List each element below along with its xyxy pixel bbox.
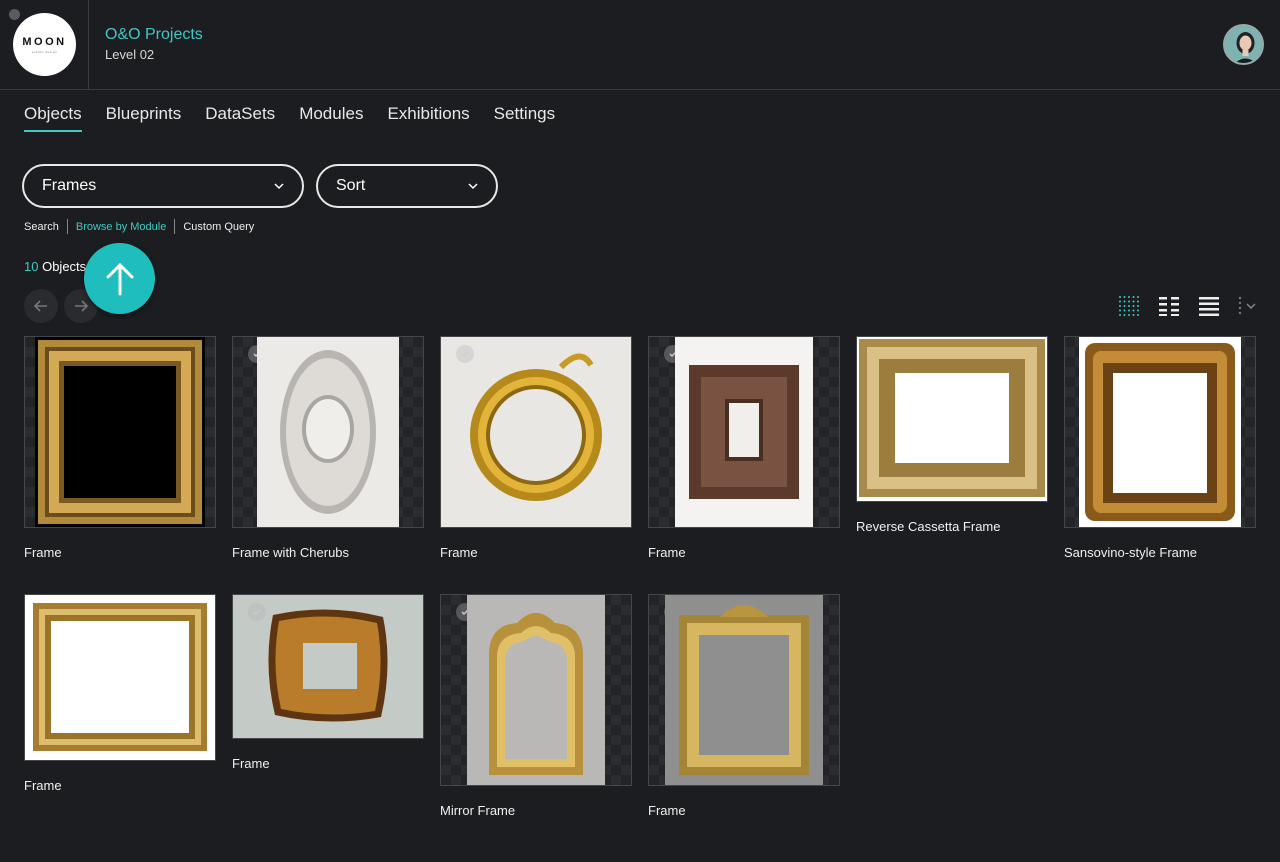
browse-modes: Search Browse by Module Custom Query xyxy=(24,219,254,234)
logo-text: MOON xyxy=(22,35,67,48)
arrow-left-icon xyxy=(33,300,47,312)
object-card[interactable]: Frame xyxy=(648,336,840,566)
object-thumbnail[interactable] xyxy=(24,594,216,761)
project-name[interactable]: O&O Projects xyxy=(105,26,203,44)
check-icon[interactable] xyxy=(456,345,474,363)
check-icon[interactable] xyxy=(248,603,266,621)
level-name: Level 02 xyxy=(105,47,155,62)
frame-image xyxy=(441,337,631,527)
object-card[interactable]: Mirror Frame xyxy=(440,594,632,824)
chevron-down-icon xyxy=(274,183,284,190)
frame-image xyxy=(857,337,1047,501)
tab-datasets[interactable]: DataSets xyxy=(205,104,275,132)
prev-page-button[interactable] xyxy=(24,289,58,323)
object-count: 10 Objects xyxy=(24,259,86,274)
header-divider xyxy=(88,0,89,90)
object-thumbnail[interactable] xyxy=(440,594,632,786)
columns-icon[interactable] xyxy=(1158,295,1180,317)
frame-image xyxy=(35,337,205,527)
tab-modules[interactable]: Modules xyxy=(299,104,363,132)
mode-search[interactable]: Search xyxy=(24,221,59,233)
scroll-to-top-button[interactable] xyxy=(84,243,155,314)
window-dot-icon xyxy=(9,9,20,20)
object-title[interactable]: Reverse Cassetta Frame xyxy=(856,519,1001,534)
tab-exhibitions[interactable]: Exhibitions xyxy=(387,104,469,132)
object-card[interactable]: Frame xyxy=(24,336,216,566)
frame-image xyxy=(1079,337,1241,527)
object-card[interactable]: Frame xyxy=(440,336,632,566)
chevron-down-icon xyxy=(468,183,478,190)
avatar[interactable] xyxy=(1223,24,1264,65)
collection-select-value: Frames xyxy=(42,177,97,194)
tab-objects[interactable]: Objects xyxy=(24,104,82,132)
frame-image xyxy=(467,595,605,785)
frame-image xyxy=(25,595,215,760)
moon-logo[interactable]: MOON exhibit design xyxy=(13,13,76,76)
main-tabs: Objects Blueprints DataSets Modules Exhi… xyxy=(24,104,579,132)
object-card[interactable]: Frame xyxy=(232,594,424,776)
object-card[interactable]: Sansovino-style Frame xyxy=(1064,336,1256,566)
arrow-up-icon xyxy=(106,262,133,295)
object-card[interactable]: Frame xyxy=(648,594,840,824)
object-thumbnail[interactable] xyxy=(1064,336,1256,528)
tab-blueprints[interactable]: Blueprints xyxy=(106,104,182,132)
collection-select[interactable]: Frames xyxy=(22,164,304,208)
object-thumbnail[interactable] xyxy=(648,336,840,528)
mode-browse-by-module[interactable]: Browse by Module xyxy=(76,221,167,233)
frame-image xyxy=(665,595,823,785)
object-thumbnail[interactable] xyxy=(232,594,424,739)
object-title[interactable]: Frame with Cherubs xyxy=(232,545,349,560)
object-thumbnail[interactable] xyxy=(440,336,632,528)
object-thumbnail[interactable] xyxy=(24,336,216,528)
sort-select-value: Sort xyxy=(336,177,366,194)
mode-divider xyxy=(66,219,68,234)
frame-image xyxy=(257,337,399,527)
grid-dots-icon[interactable] xyxy=(1118,295,1140,317)
tab-settings[interactable]: Settings xyxy=(494,104,555,132)
object-title[interactable]: Frame xyxy=(440,545,478,560)
app-header: MOON exhibit design O&O Projects Level 0… xyxy=(0,0,1280,90)
logo-subtext: exhibit design xyxy=(31,49,58,54)
object-title[interactable]: Sansovino-style Frame xyxy=(1064,545,1197,560)
object-card[interactable]: Frame xyxy=(24,594,216,798)
object-title[interactable]: Frame xyxy=(24,545,62,560)
frame-image xyxy=(675,337,813,527)
object-count-label: Objects xyxy=(42,259,87,274)
list-icon[interactable] xyxy=(1198,295,1220,317)
more-options-icon[interactable] xyxy=(1236,295,1258,317)
object-thumbnail[interactable] xyxy=(856,336,1048,502)
mode-custom-query[interactable]: Custom Query xyxy=(183,221,254,233)
sort-select[interactable]: Sort xyxy=(316,164,498,208)
object-thumbnail[interactable] xyxy=(232,336,424,528)
object-card[interactable]: Reverse Cassetta Frame xyxy=(856,336,1048,540)
object-thumbnail[interactable] xyxy=(648,594,840,786)
object-title[interactable]: Frame xyxy=(232,756,270,771)
object-title[interactable]: Mirror Frame xyxy=(440,803,515,818)
object-count-number: 10 xyxy=(24,259,39,274)
object-title[interactable]: Frame xyxy=(648,803,686,818)
object-title[interactable]: Frame xyxy=(24,778,62,793)
mode-divider xyxy=(174,219,176,234)
arrow-right-icon xyxy=(75,300,89,312)
object-title[interactable]: Frame xyxy=(648,545,686,560)
object-card[interactable]: Frame with Cherubs xyxy=(232,336,424,566)
